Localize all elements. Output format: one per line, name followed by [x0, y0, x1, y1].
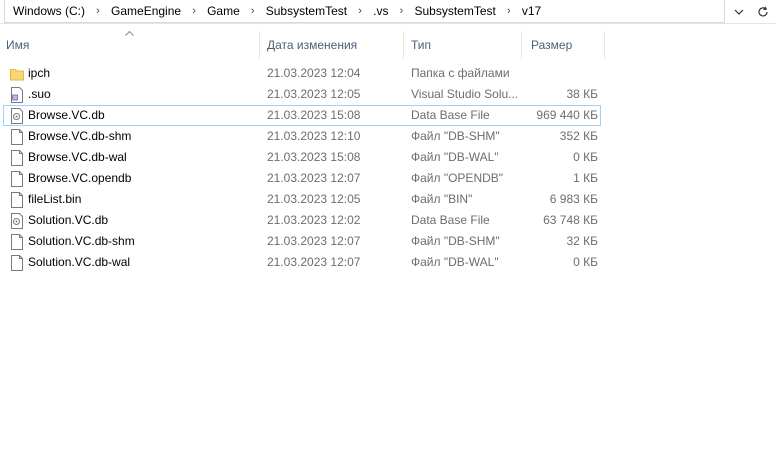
chevron-right-icon[interactable]: › [498, 5, 520, 17]
file-date: 21.03.2023 12:07 [267, 171, 361, 185]
file-row[interactable]: fileList.bin 21.03.2023 12:05 Файл "BIN" 6 … [3, 189, 601, 210]
file-size [526, 64, 598, 83]
refresh-button[interactable] [751, 0, 775, 23]
file-size: 352 КБ [559, 129, 598, 143]
chevron-down-icon [734, 9, 744, 15]
address-bar: Windows (C:) › GameEngine › Game › Subsy… [0, 0, 776, 24]
file-row[interactable]: Solution.VC.db-shm 21.03.2023 12:07 Файл "… [3, 231, 601, 252]
file-type: Visual Studio Solu... [411, 87, 519, 101]
breadcrumb-item[interactable]: .vs [371, 0, 390, 22]
column-header-type[interactable]: Тип [405, 31, 522, 59]
file-name: Browse.VC.db-wal [28, 150, 127, 164]
chevron-right-icon[interactable]: › [87, 5, 109, 17]
file-row[interactable]: Solution.VC.db 21.03.2023 12:02 Data Base … [3, 210, 601, 231]
file-size: 38 КБ [566, 87, 598, 101]
file-row[interactable]: Browse.VC.db-wal 21.03.2023 15:08 Файл "DB… [3, 147, 601, 168]
file-name: Solution.VC.db-wal [28, 255, 131, 269]
file-date: 21.03.2023 12:07 [267, 255, 361, 269]
breadcrumb-item[interactable]: GameEngine [109, 0, 183, 22]
file-size: 63 748 КБ [543, 213, 598, 227]
file-date: 21.03.2023 15:08 [267, 150, 361, 164]
file-name: Browse.VC.opendb [28, 171, 132, 185]
file-size: 32 КБ [566, 234, 598, 248]
file-date: 21.03.2023 12:02 [267, 213, 361, 227]
file-size: 969 440 КБ [536, 108, 598, 122]
column-header-date[interactable]: Дата изменения [261, 31, 404, 59]
file-row[interactable]: Browse.VC.opendb 21.03.2023 12:07 Файл "OP… [3, 168, 601, 189]
chevron-right-icon[interactable]: › [390, 5, 412, 17]
breadcrumb-item[interactable]: SubsystemTest [412, 0, 497, 22]
breadcrumb-item[interactable]: Game [205, 0, 242, 22]
address-dropdown-button[interactable] [727, 0, 751, 23]
file-type: Data Base File [411, 213, 490, 227]
file-size: 0 КБ [573, 150, 598, 164]
file-row[interactable]: Browse.VC.db-shm 21.03.2023 12:10 Файл "DB… [3, 126, 601, 147]
column-header-row: Имя Дата изменения Тип Размер [0, 31, 776, 59]
file-row[interactable]: Solution.VC.db-wal 21.03.2023 12:07 Файл "… [3, 252, 601, 273]
file-name: fileList.bin [28, 192, 82, 206]
file-size: 1 КБ [573, 171, 598, 185]
file-name: Browse.VC.db [28, 108, 105, 122]
file-date: 21.03.2023 12:10 [267, 129, 361, 143]
file-date: 21.03.2023 12:04 [267, 66, 361, 80]
refresh-icon [758, 6, 768, 16]
file-type: Файл "OPENDB" [411, 171, 504, 185]
file-name: .suo [28, 87, 51, 101]
file-type: Файл "DB-SHM" [411, 129, 500, 143]
file-type: Папка с файлами [411, 66, 510, 80]
chevron-right-icon[interactable]: › [349, 5, 371, 17]
column-header-size[interactable]: Размер [525, 31, 605, 59]
file-size: 6 983 КБ [549, 192, 598, 206]
file-type: Файл "BIN" [411, 192, 473, 206]
chevron-right-icon[interactable]: › [183, 5, 205, 17]
breadcrumb-item[interactable]: SubsystemTest [264, 0, 349, 22]
file-type: Файл "DB-WAL" [411, 255, 499, 269]
file-name: Browse.VC.db-shm [28, 129, 132, 143]
file-date: 21.03.2023 15:08 [267, 108, 361, 122]
breadcrumb-item[interactable]: v17 [520, 0, 543, 22]
file-size: 0 КБ [573, 255, 598, 269]
file-date: 21.03.2023 12:05 [267, 192, 361, 206]
file-date: 21.03.2023 12:05 [267, 87, 361, 101]
file-type: Файл "DB-SHM" [411, 234, 500, 248]
sort-ascending-icon [125, 28, 134, 39]
file-name: Solution.VC.db-shm [28, 234, 135, 248]
breadcrumb[interactable]: Windows (C:) › GameEngine › Game › Subsy… [4, 0, 725, 23]
file-type: Data Base File [411, 108, 490, 122]
file-date: 21.03.2023 12:07 [267, 234, 361, 248]
file-name: Solution.VC.db [28, 213, 109, 227]
file-row[interactable]: Browse.VC.db 21.03.2023 15:08 Data Base Fi… [3, 105, 601, 126]
chevron-right-icon[interactable]: › [242, 5, 264, 17]
file-row[interactable]: .suo 21.03.2023 12:05 Visual Studio Solu..… [3, 84, 601, 105]
file-row[interactable]: ipch 21.03.2023 12:04 Папка с файлами [3, 63, 601, 84]
file-type: Файл "DB-WAL" [411, 150, 499, 164]
breadcrumb-item[interactable]: Windows (C:) [11, 0, 87, 22]
file-name: ipch [28, 66, 51, 80]
